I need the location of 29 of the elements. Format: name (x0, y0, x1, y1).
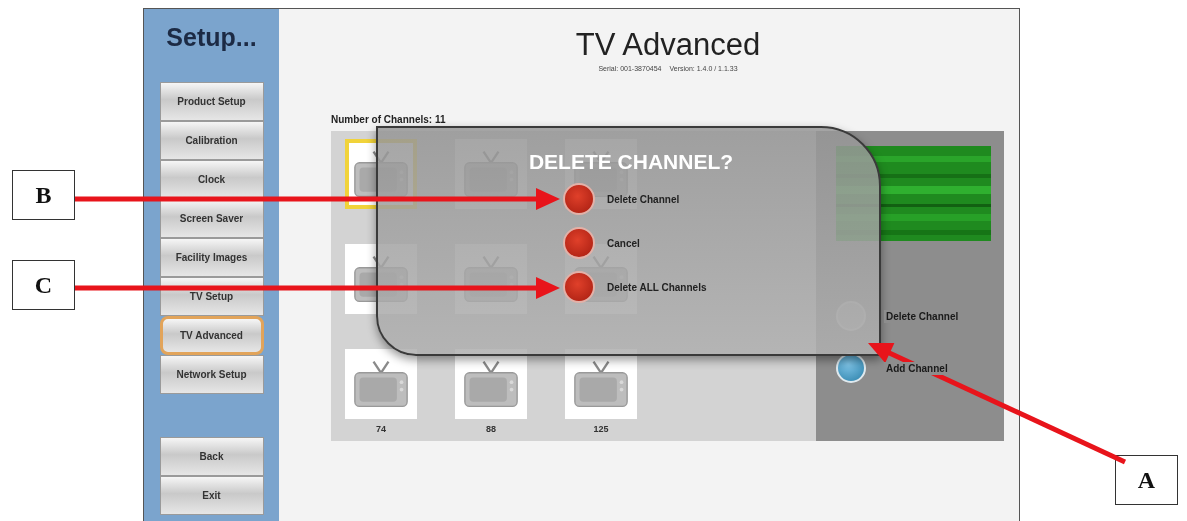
tv-icon (573, 359, 629, 409)
option-label: Delete ALL Channels (607, 281, 707, 293)
sidebar-button[interactable]: Exit (159, 476, 264, 515)
sidebar-item[interactable]: TV Advanced (159, 316, 264, 355)
action-label: Delete Channel (884, 309, 961, 323)
action-label: Add Channel (884, 361, 950, 375)
sidebar-button[interactable]: Back (159, 437, 264, 476)
channel-number: 74 (375, 424, 387, 434)
sidebar-item[interactable]: Calibration (159, 121, 264, 160)
sidebar-item[interactable]: Screen Saver (159, 199, 264, 238)
sidebar-title: Setup... (166, 23, 257, 52)
dialog-title: DELETE CHANNEL? (527, 150, 735, 174)
channel-number: 125 (592, 424, 610, 434)
option-label: Cancel (607, 237, 640, 249)
sidebar-item[interactable]: Facility Images (159, 238, 264, 277)
callout-label: C (12, 260, 75, 310)
callout-label: A (1115, 455, 1178, 505)
sidebar-item[interactable]: Clock (159, 160, 264, 199)
sidebar-item[interactable]: Product Setup (159, 82, 264, 121)
page-title: TV Advanced (575, 27, 761, 63)
channel-count: Number of Channels: 11 (331, 114, 447, 125)
callout-label: B (12, 170, 75, 220)
tv-icon (353, 359, 409, 409)
sidebar-item[interactable]: TV Setup (159, 277, 264, 316)
tv-icon (463, 359, 519, 409)
option-label: Delete Channel (607, 193, 680, 205)
channel-tile[interactable] (345, 349, 417, 419)
channel-number: 88 (485, 424, 497, 434)
sidebar-item[interactable]: Network Setup (159, 355, 264, 394)
